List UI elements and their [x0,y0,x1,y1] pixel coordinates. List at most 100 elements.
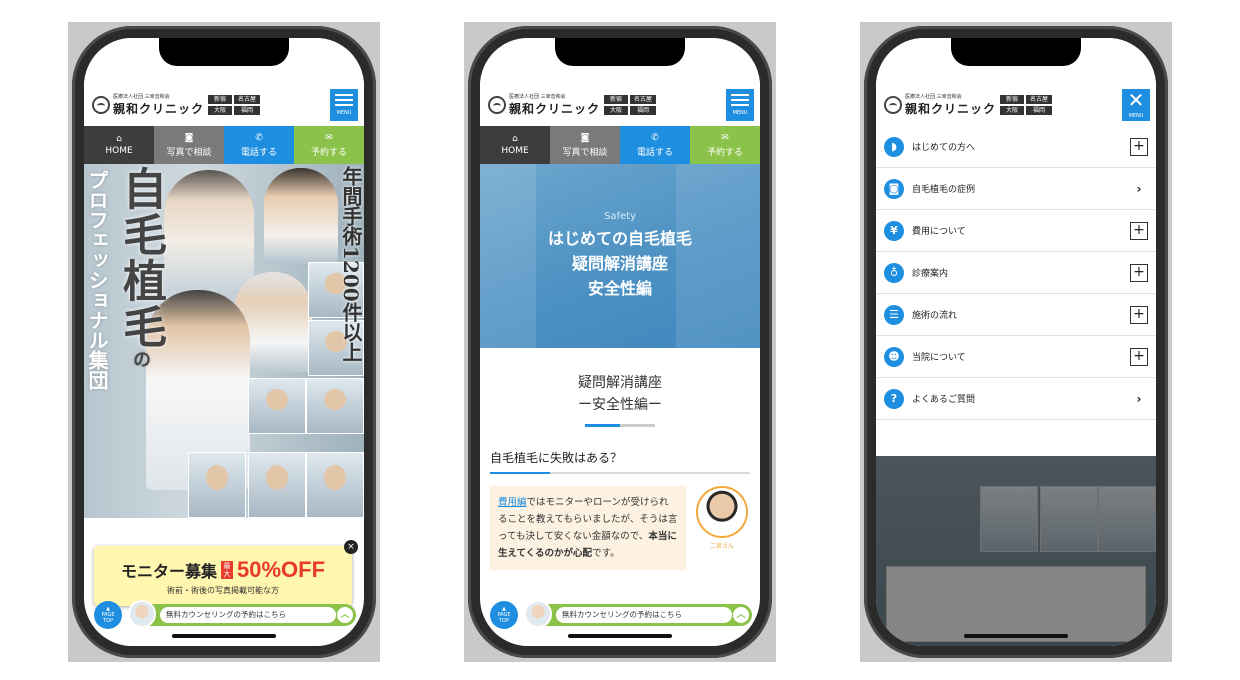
hero-char: の [130,350,151,370]
hero-title-line: 安全性編 [587,279,652,298]
branch-links: 新宿 名古屋 大阪 福岡 [1000,95,1053,115]
close-icon: ✕ [1127,88,1145,112]
nav-photo-consult[interactable]: ◙ 写真で相談 [550,126,620,164]
home-icon: ⌂ [116,134,122,144]
branch-shinjuku[interactable]: 新宿 [604,95,629,104]
menu-close-button[interactable]: ✕ MENU [1122,89,1150,121]
site-header: 医療法人社団 三幸音和会 親和クリニック 新宿 名古屋 大阪 福岡 MENU [480,84,760,126]
menu-list: ◗ はじめての方へ + ◙ 自毛植毛の症例 › ¥ 費用について + ♁ 診療案… [876,126,1156,420]
branch-nagoya[interactable]: 名古屋 [234,95,261,104]
branch-shinjuku[interactable]: 新宿 [208,95,233,104]
chevron-up-icon: ︿ [337,607,353,623]
branch-fukuoka[interactable]: 福岡 [630,106,657,115]
menu-item-cost[interactable]: ¥ 費用について + [876,210,1156,252]
hamburger-icon [731,94,749,96]
cost-article-link[interactable]: 費用編 [498,497,527,508]
nav-home[interactable]: ⌂ HOME [84,126,154,164]
clinic-logo[interactable]: 医療法人社団 三幸音和会 親和クリニック [884,93,996,117]
staff-photo [188,452,246,518]
hero-tagline-surgeries: 年間手術1200件以上 [339,166,363,362]
promo-max-badge: 最大 [220,560,233,579]
counseling-cta-button[interactable]: 無料カウンセリングの予約はこちら ︿ [524,600,752,628]
counseling-cta-button[interactable]: 無料カウンセリングの予約はこちら ︿ [128,600,356,628]
promo-label: モニター募集 [120,561,217,581]
branch-osaka[interactable]: 大阪 [208,106,233,115]
clinic-logo[interactable]: 医療法人社団 三幸音和会 親和クリニック [488,93,600,117]
dialogue-block: 費用編ではモニターやローンが受けられることを教えてもらいましたが、そうは言っても… [490,486,750,570]
nav-photo-label: 写真で相談 [166,147,212,158]
staff-photo [306,378,364,434]
dialogue-text-part: です。 [592,548,620,559]
camera-icon: ◙ [884,178,904,199]
staff-photo [306,452,364,518]
expand-icon[interactable]: + [1130,347,1148,366]
logo-title: 親和クリニック [113,102,205,116]
menu-button[interactable]: MENU [330,89,358,121]
menu-item-about[interactable]: ☻ 当院について + [876,336,1156,378]
expand-icon[interactable]: + [1130,305,1148,324]
menu-label: MENU [336,110,352,116]
home-indicator [172,634,276,638]
hero-char: 毛 [115,212,166,258]
phone-icon: ✆ [255,132,263,143]
hero-char: 自 [115,166,166,212]
branch-fukuoka[interactable]: 福岡 [234,106,261,115]
promo-card [886,566,1146,642]
staff-photo [1040,486,1098,552]
nav-photo-consult[interactable]: ◙ 写真で相談 [154,126,224,164]
branch-shinjuku[interactable]: 新宿 [1000,95,1025,104]
hamburger-icon [335,99,353,101]
camera-icon: ◙ [580,132,590,143]
counseling-cta-label: 無料カウンセリングの予約はこちら [160,607,336,623]
expand-icon[interactable]: + [1130,263,1148,282]
chevron-right-icon: › [1136,181,1142,196]
menu-item-faq[interactable]: ? よくあるご質問 › [876,378,1156,420]
branch-fukuoka[interactable]: 福岡 [1026,106,1053,115]
quick-nav: ⌂ HOME ◙ 写真で相談 ✆ 電話する ✉ 予約する [84,126,364,164]
home-indicator [568,634,672,638]
nav-call[interactable]: ✆ 電話する [620,126,690,164]
menu-item-clinic-info[interactable]: ♁ 診療案内 + [876,252,1156,294]
article-hero: Safety はじめての自毛植毛 疑問解消講座 安全性編 [480,164,760,348]
nav-reserve[interactable]: ✉ 予約する [690,126,760,164]
chevron-right-icon: › [1136,391,1142,406]
page-top-button[interactable]: ▲ PAGE TOP [490,601,518,629]
camera-icon: ◙ [184,132,194,143]
phone-notch [555,38,685,66]
doctor-photo [264,168,338,264]
nav-call-label: 電話する [636,147,673,158]
staff-photo [980,486,1038,552]
monitor-promo-banner[interactable]: モニター募集 最大 50%OFF 術前・術後の写真掲載可能な方 × [94,540,358,606]
nav-home[interactable]: ⌂ HOME [480,126,550,164]
menu-item-cases[interactable]: ◙ 自毛植毛の症例 › [876,168,1156,210]
branch-nagoya[interactable]: 名古屋 [1026,95,1053,104]
avatar [128,600,156,628]
clinic-logo[interactable]: 医療法人社団 三幸音和会 親和クリニック [92,93,204,117]
expand-icon[interactable]: + [1130,137,1148,156]
menu-button[interactable]: MENU [726,89,754,121]
branch-nagoya[interactable]: 名古屋 [630,95,657,104]
quick-nav: ⌂ HOME ◙ 写真で相談 ✆ 電話する ✉ 予約する [480,126,760,164]
hamburger-icon [335,94,353,96]
section-subtitle: ー安全性編ー [578,397,662,413]
close-icon[interactable]: × [344,540,358,554]
chevron-up-icon: ︿ [733,607,749,623]
dimmed-page-backdrop[interactable] [876,456,1156,646]
expand-icon[interactable]: + [1130,221,1148,240]
menu-item-first-visit[interactable]: ◗ はじめての方へ + [876,126,1156,168]
phone-notch [159,38,289,66]
hero-char: 植 [115,258,166,304]
nav-call[interactable]: ✆ 電話する [224,126,294,164]
nav-reserve[interactable]: ✉ 予約する [294,126,364,164]
hamburger-icon [335,104,353,106]
menu-item-procedure-flow[interactable]: ☰ 施術の流れ + [876,294,1156,336]
promo-headline: モニター募集 最大 50%OFF [121,557,325,583]
menu-label: MENU [732,110,748,116]
logo-subtitle: 医療法人社団 三幸音和会 [509,94,566,100]
hamburger-icon [731,99,749,101]
counseling-cta-label: 無料カウンセリングの予約はこちら [556,607,732,623]
branch-osaka[interactable]: 大阪 [1000,106,1025,115]
hero-title-line: はじめての自毛植毛 [547,229,692,248]
branch-osaka[interactable]: 大阪 [604,106,629,115]
page-top-button[interactable]: ▲ PAGE TOP [94,601,122,629]
